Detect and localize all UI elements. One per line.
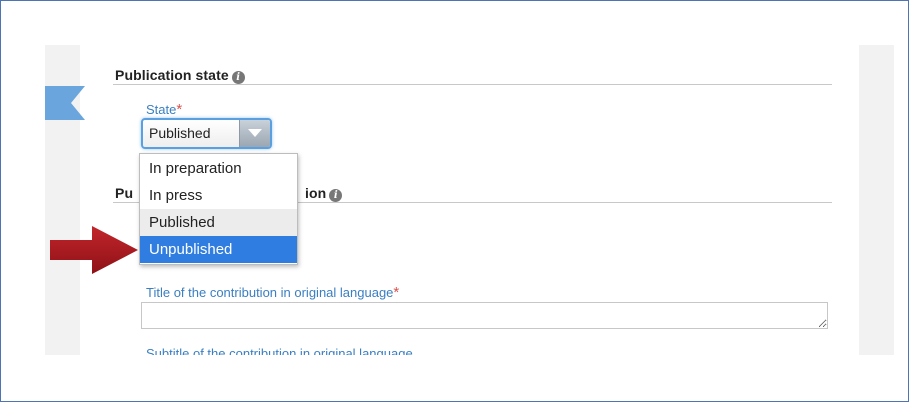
title-original-label: Title of the contribution in original la… (146, 284, 399, 301)
section-title-left: Pu (115, 185, 134, 201)
state-label: State* (146, 101, 182, 118)
info-icon[interactable]: i (231, 71, 245, 84)
option-unpublished[interactable]: Unpublished (140, 236, 297, 263)
section-title-text: Publication state (115, 67, 229, 83)
section-divider (113, 84, 832, 85)
option-in-preparation[interactable]: In preparation (140, 155, 297, 182)
state-dropdown-list: In preparation In press Published Unpubl… (139, 153, 298, 265)
state-select-value: Published (149, 125, 211, 141)
section-title-right-text: ion (305, 185, 327, 201)
red-arrow-icon (50, 226, 138, 274)
title-original-input[interactable] (141, 302, 828, 329)
option-published[interactable]: Published (140, 209, 297, 236)
dropdown-toggle-button[interactable] (239, 120, 270, 147)
required-mark: * (393, 284, 400, 301)
info-icon[interactable]: i (329, 189, 343, 202)
title-original-label-text: Title of the contribution in original la… (146, 285, 394, 300)
section-title-publication-state: Publication state i (115, 67, 245, 84)
state-select[interactable]: Published (141, 118, 272, 149)
right-margin (859, 45, 894, 355)
required-mark: * (176, 101, 183, 118)
option-in-press[interactable]: In press (140, 182, 297, 209)
step-tab-icon[interactable] (45, 86, 85, 120)
section-title-right: ion i (305, 185, 343, 202)
section-title-publication-info: Pu (115, 185, 133, 201)
chevron-down-icon (248, 129, 262, 137)
subtitle-original-label: Subtitle of the contribution in original… (146, 347, 413, 355)
state-label-text: State (146, 102, 177, 117)
